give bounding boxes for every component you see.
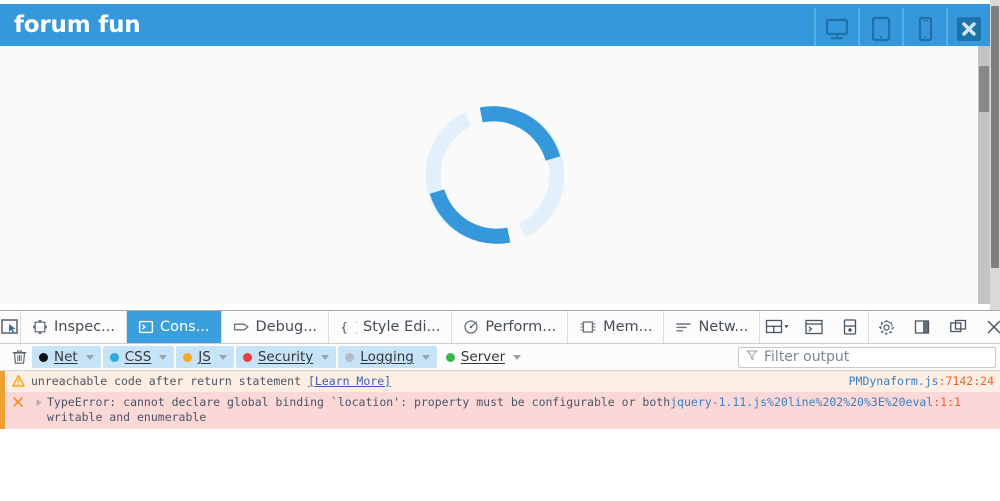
console-message-source[interactable]: PMDynaform.js:7142:24 [849,374,1000,389]
source-link[interactable]: jquery-1.11.js%20line%202%20%3E%20eval:1… [670,395,961,409]
separate-window-button[interactable] [940,311,976,343]
console-icon [138,319,154,335]
close-icon[interactable] [946,8,990,50]
filter-label: JS [198,349,211,365]
chevron-down-icon[interactable] [159,354,168,360]
devtools-panel: Inspec... Cons... Debug... {Style Edi..… [0,310,1000,501]
window-scrollbar[interactable] [990,0,1000,310]
js-dot-icon [183,352,193,362]
tab-network[interactable]: Netw... [664,311,761,343]
desktop-view-icon[interactable] [814,8,858,50]
filter-label: Net [54,349,78,365]
browser-window: forum fun Inspec... Cons... Debug... {S… [0,0,1000,501]
devtools-tabs: Inspec... Cons... Debug... {Style Edi..… [21,311,761,343]
chevron-down-icon[interactable] [321,354,330,360]
page-viewport: forum fun [0,0,1000,310]
source-file: jquery-1.11.js%20line%202%20%3E%20eval [670,395,934,409]
inspector-icon [32,319,48,335]
source-position: :7142:24 [938,374,994,388]
tab-label: Inspec... [54,319,115,335]
clear-console-button[interactable] [6,349,32,365]
source-file: PMDynaform.js [848,374,939,388]
tab-label: Mem... [603,319,653,335]
site-header: forum fun [0,4,990,50]
tab-memory[interactable]: Mem... [568,311,665,343]
chevron-down-icon[interactable] [513,354,522,360]
logging-dot-icon [345,352,355,362]
console-message-error[interactable]: TypeError: cannot declare global binding… [0,392,1000,429]
error-x-icon [5,395,31,408]
network-icon [675,319,692,335]
devtools-tools [760,311,1000,343]
learn-more-link[interactable]: [Learn More] [308,374,391,388]
close-devtools-button[interactable] [976,311,1000,343]
console-output: unreachable code after return statement … [0,371,1000,429]
devtools-toolbar: Inspec... Cons... Debug... {Style Edi..… [0,311,1000,344]
filter-funnel-icon [746,348,758,366]
memory-icon [579,319,597,335]
tab-label: Netw... [698,319,749,335]
warning-triangle-icon [5,374,31,387]
console-filter-bar: Net CSS JS Security Logging Server Filte… [0,344,1000,371]
message-body: unreachable code after return statement [31,374,308,388]
tab-label: Perform... [485,319,557,335]
chevron-down-icon[interactable] [85,354,94,360]
tab-label: Cons... [159,319,210,335]
window-scrollbar-thumb[interactable] [991,6,999,268]
tab-console[interactable]: Cons... [126,311,222,343]
net-dot-icon [39,352,48,362]
page-scrollbar[interactable] [978,46,990,304]
screenshot-button[interactable] [832,311,868,343]
filter-button-net[interactable]: Net [32,346,101,368]
source-position: :1:1 [933,395,961,409]
mobile-view-icon[interactable] [902,8,946,50]
console-message-text: unreachable code after return statement … [31,374,849,389]
element-picker-icon[interactable] [0,311,21,343]
tab-debugger[interactable]: Debug... [222,311,330,343]
tab-label: Style Edi... [363,319,441,335]
tab-performance[interactable]: Perform... [452,311,569,343]
filter-button-js[interactable]: JS [176,346,234,368]
message-body: TypeError: cannot declare global binding… [47,395,671,409]
style-editor-icon: { } [340,319,358,335]
server-dot-icon [445,352,455,362]
chevron-down-icon[interactable] [421,354,430,360]
filter-label: CSS [124,349,152,365]
css-dot-icon [109,352,119,362]
expand-arrow-icon[interactable] [31,395,47,407]
tab-style-editor[interactable]: { } Style Edi... [329,311,453,343]
filter-output-field[interactable] [738,346,996,368]
filter-button-security[interactable]: Security [235,346,337,368]
tab-label: Debug... [255,319,318,335]
debugger-icon [233,319,250,335]
filter-button-css[interactable]: CSS [102,346,175,368]
tablet-view-icon[interactable] [858,8,902,50]
filter-label: Server [460,349,506,365]
console-message-text: TypeError: cannot declare global binding… [47,395,1000,425]
loading-spinner [425,106,565,244]
page-content [0,46,990,304]
filter-label: Logging [360,349,414,365]
page-scrollbar-thumb[interactable] [979,66,989,112]
split-console-button[interactable] [796,311,832,343]
dock-to-side-button[interactable] [904,311,940,343]
message-body-line2: writable and enumerable [47,410,207,424]
security-dot-icon [242,352,252,362]
console-message-warning[interactable]: unreachable code after return statement … [0,371,1000,392]
responsive-design-mode-button[interactable] [760,311,796,343]
tab-inspector[interactable]: Inspec... [21,311,127,343]
page-title: forum fun [14,12,141,38]
filter-button-server[interactable]: Server [439,346,528,368]
svg-text:{ }: { } [341,320,358,334]
filter-button-logging[interactable]: Logging [338,346,437,368]
settings-gear-button[interactable] [868,311,904,343]
search-input[interactable] [764,349,988,365]
chevron-down-icon[interactable] [218,354,227,360]
filter-label: Security [257,349,314,365]
header-actions [814,8,990,50]
performance-icon [463,319,479,335]
